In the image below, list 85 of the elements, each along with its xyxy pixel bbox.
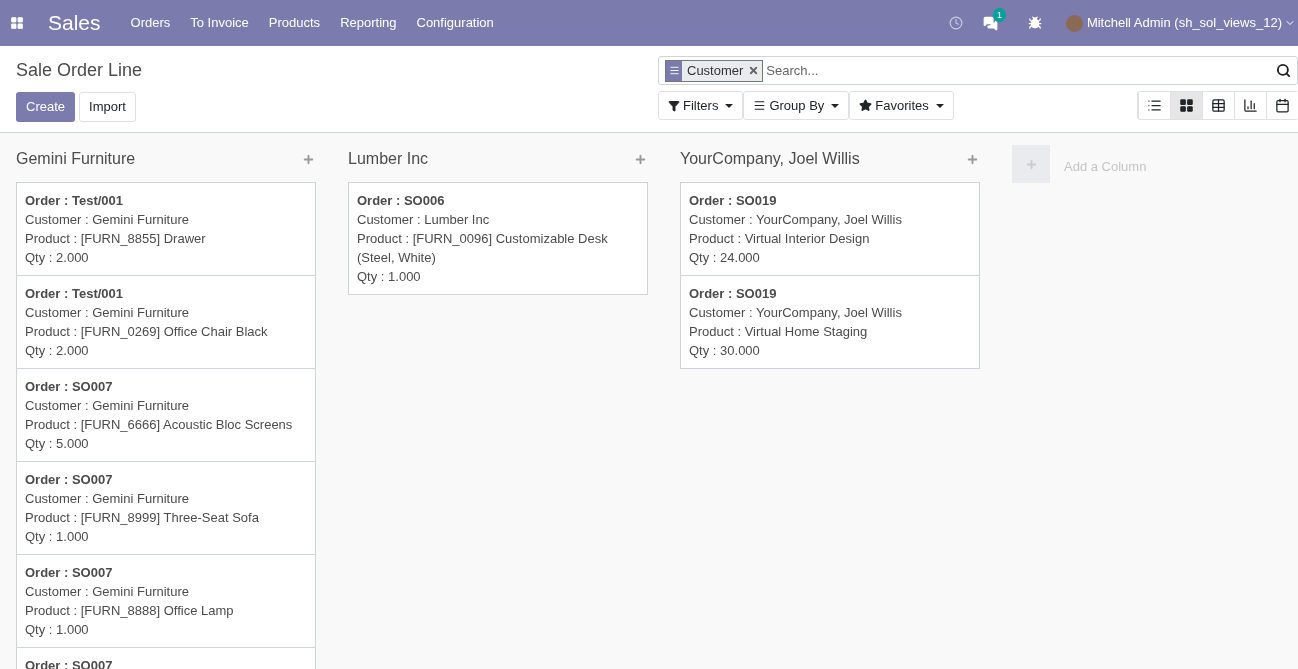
card-field: Product : [FURN_8999] Three-Seat Sofa: [25, 508, 307, 527]
menu-icon: [753, 99, 767, 112]
menu-item[interactable]: Configuration: [406, 13, 504, 33]
column-title: Lumber Inc: [348, 149, 429, 169]
card-field: Customer : Gemini Furniture: [25, 303, 307, 322]
card-field: Qty : 5.000: [25, 434, 307, 453]
column-title: Gemini Furniture: [16, 149, 136, 169]
order-reference: Order : SO007: [25, 564, 114, 582]
kanban-card[interactable]: Order : SO007 Customer : Gemini Furniture Product : [FURN_8999] Three-Seat Sofa Qty : 1.000: [16, 461, 316, 555]
kanban-card[interactable]: Order : Test/001 Customer : Gemini Furniture Product : [FURN_0269] Office Chair Black Qty : 2.000: [16, 275, 316, 369]
kanban-card[interactable]: Order : SO019 Customer : YourCompany, Joel Willis Product : Virtual Home Staging Qty : 30.000: [680, 275, 980, 369]
order-reference: Order : SO007: [25, 471, 114, 489]
page-title: Sale Order Line: [16, 59, 144, 82]
card-field: Qty : 2.000: [25, 341, 307, 360]
bug-icon[interactable]: [1027, 16, 1042, 30]
list-view-icon: [1147, 98, 1162, 113]
dropdown-button[interactable]: Favorites: [849, 91, 954, 120]
kanban-card[interactable]: Order : SO007 Customer : Gemini Furniture Product : [FURN_8888] Office Lamp Qty : 1.000: [16, 554, 316, 648]
card-field: Customer : Gemini Furniture: [25, 210, 307, 229]
order-reference: Order : Test/001: [25, 285, 125, 303]
order-reference: Order : Test/001: [25, 192, 125, 210]
order-reference: Order : SO019: [689, 285, 778, 303]
create-button[interactable]: Create: [16, 92, 76, 122]
add-icon: [1024, 157, 1038, 171]
menu-item[interactable]: Products: [258, 13, 331, 33]
add-icon[interactable]: [966, 152, 979, 166]
chat-icon[interactable]: [982, 15, 998, 31]
bar-chart-icon: [1243, 98, 1258, 113]
view-switch-button[interactable]: [1266, 92, 1298, 119]
order-reference: Order : SO006: [357, 192, 446, 210]
group-icon: [668, 65, 680, 76]
card-field: Product : Virtual Interior Design: [689, 229, 971, 248]
kanban-card[interactable]: Order : SO019 Customer : YourCompany, Joel Willis Product : Virtual Interior Design Qty : 24.000: [680, 182, 980, 276]
message-count-badge: 1: [992, 7, 1006, 22]
filter-icon: [668, 99, 680, 112]
caret-icon: [831, 103, 840, 108]
card-field: Customer : YourCompany, Joel Willis: [689, 210, 971, 229]
menu-item[interactable]: Reporting: [330, 13, 407, 33]
import-button[interactable]: Import: [79, 92, 136, 122]
calendar-icon: [1275, 98, 1290, 113]
facet-label: Customer: [686, 61, 745, 80]
card-field: Qty : 1.000: [25, 527, 307, 546]
user-menu[interactable]: Mitchell Admin (sh_sol_views_12): [1086, 13, 1282, 33]
column-title: YourCompany, Joel Willis: [680, 149, 860, 169]
card-field: Product : [FURN_8855] Drawer: [25, 229, 307, 248]
add-icon[interactable]: [302, 152, 315, 166]
search-input[interactable]: Search...: [766, 60, 1273, 81]
dropdown-button[interactable]: Group By: [743, 91, 850, 120]
card-field: Product : [FURN_6666] Acoustic Bloc Screens: [25, 415, 307, 434]
star-icon: [859, 99, 873, 112]
caret-icon: [935, 103, 944, 108]
card-field: Product : [FURN_0269] Office Chair Black: [25, 322, 307, 341]
kanban-card[interactable]: Order : SO007 Customer : Gemini Furniture Product : [FURN_6666] Acoustic Bloc Screens Qty : 5.000: [16, 368, 316, 462]
card-field: Customer : Lumber Inc: [357, 210, 639, 229]
remove-icon[interactable]: [748, 65, 760, 76]
table-view-icon: [1211, 98, 1226, 113]
card-field: Qty : 30.000: [689, 341, 971, 360]
card-field: Product : [FURN_8888] Office Lamp: [25, 601, 307, 620]
menu-item[interactable]: Orders: [120, 13, 181, 33]
kanban-card[interactable]: Order : SO006 Customer : Lumber Inc Product : [FURN_0096] Customizable Desk (Steel, White) Qty : 1.000: [348, 182, 648, 295]
kanban-view-icon: [1179, 98, 1194, 113]
user-avatar: [1065, 14, 1083, 32]
card-field: Product : Virtual Home Staging: [689, 322, 971, 341]
search-icon[interactable]: [1276, 63, 1291, 78]
caret-icon: [725, 103, 734, 108]
card-field: Qty : 2.000: [25, 248, 307, 267]
card-field: Customer : Gemini Furniture: [25, 582, 307, 601]
order-reference: Order : SO019: [689, 192, 778, 210]
card-field: Qty : 1.000: [357, 267, 639, 286]
card-field: Qty : 1.000: [25, 620, 307, 639]
kanban-card[interactable]: Order : Test/001 Customer : Gemini Furniture Product : [FURN_8855] Drawer Qty : 2.000: [16, 182, 316, 276]
search-field[interactable]: Customer Search...: [658, 56, 1298, 85]
menu-item[interactable]: To Invoice: [180, 13, 259, 33]
card-field: Customer : Gemini Furniture: [25, 396, 307, 415]
order-reference: Order : SO007: [25, 378, 114, 396]
dropdown-button[interactable]: Filters: [658, 91, 744, 120]
view-switch-button[interactable]: [1170, 92, 1202, 119]
clock-icon[interactable]: [948, 16, 963, 30]
card-field: Customer : Gemini Furniture: [25, 489, 307, 508]
card-field: Customer : YourCompany, Joel Willis: [689, 303, 971, 322]
card-field: Qty : 24.000: [689, 248, 971, 267]
apps-menu-icon[interactable]: [10, 16, 24, 30]
add-icon[interactable]: [634, 152, 647, 166]
app-name: Sales: [48, 10, 101, 37]
card-field: Product : [FURN_0096] Customizable Desk (Steel, White): [357, 229, 639, 267]
